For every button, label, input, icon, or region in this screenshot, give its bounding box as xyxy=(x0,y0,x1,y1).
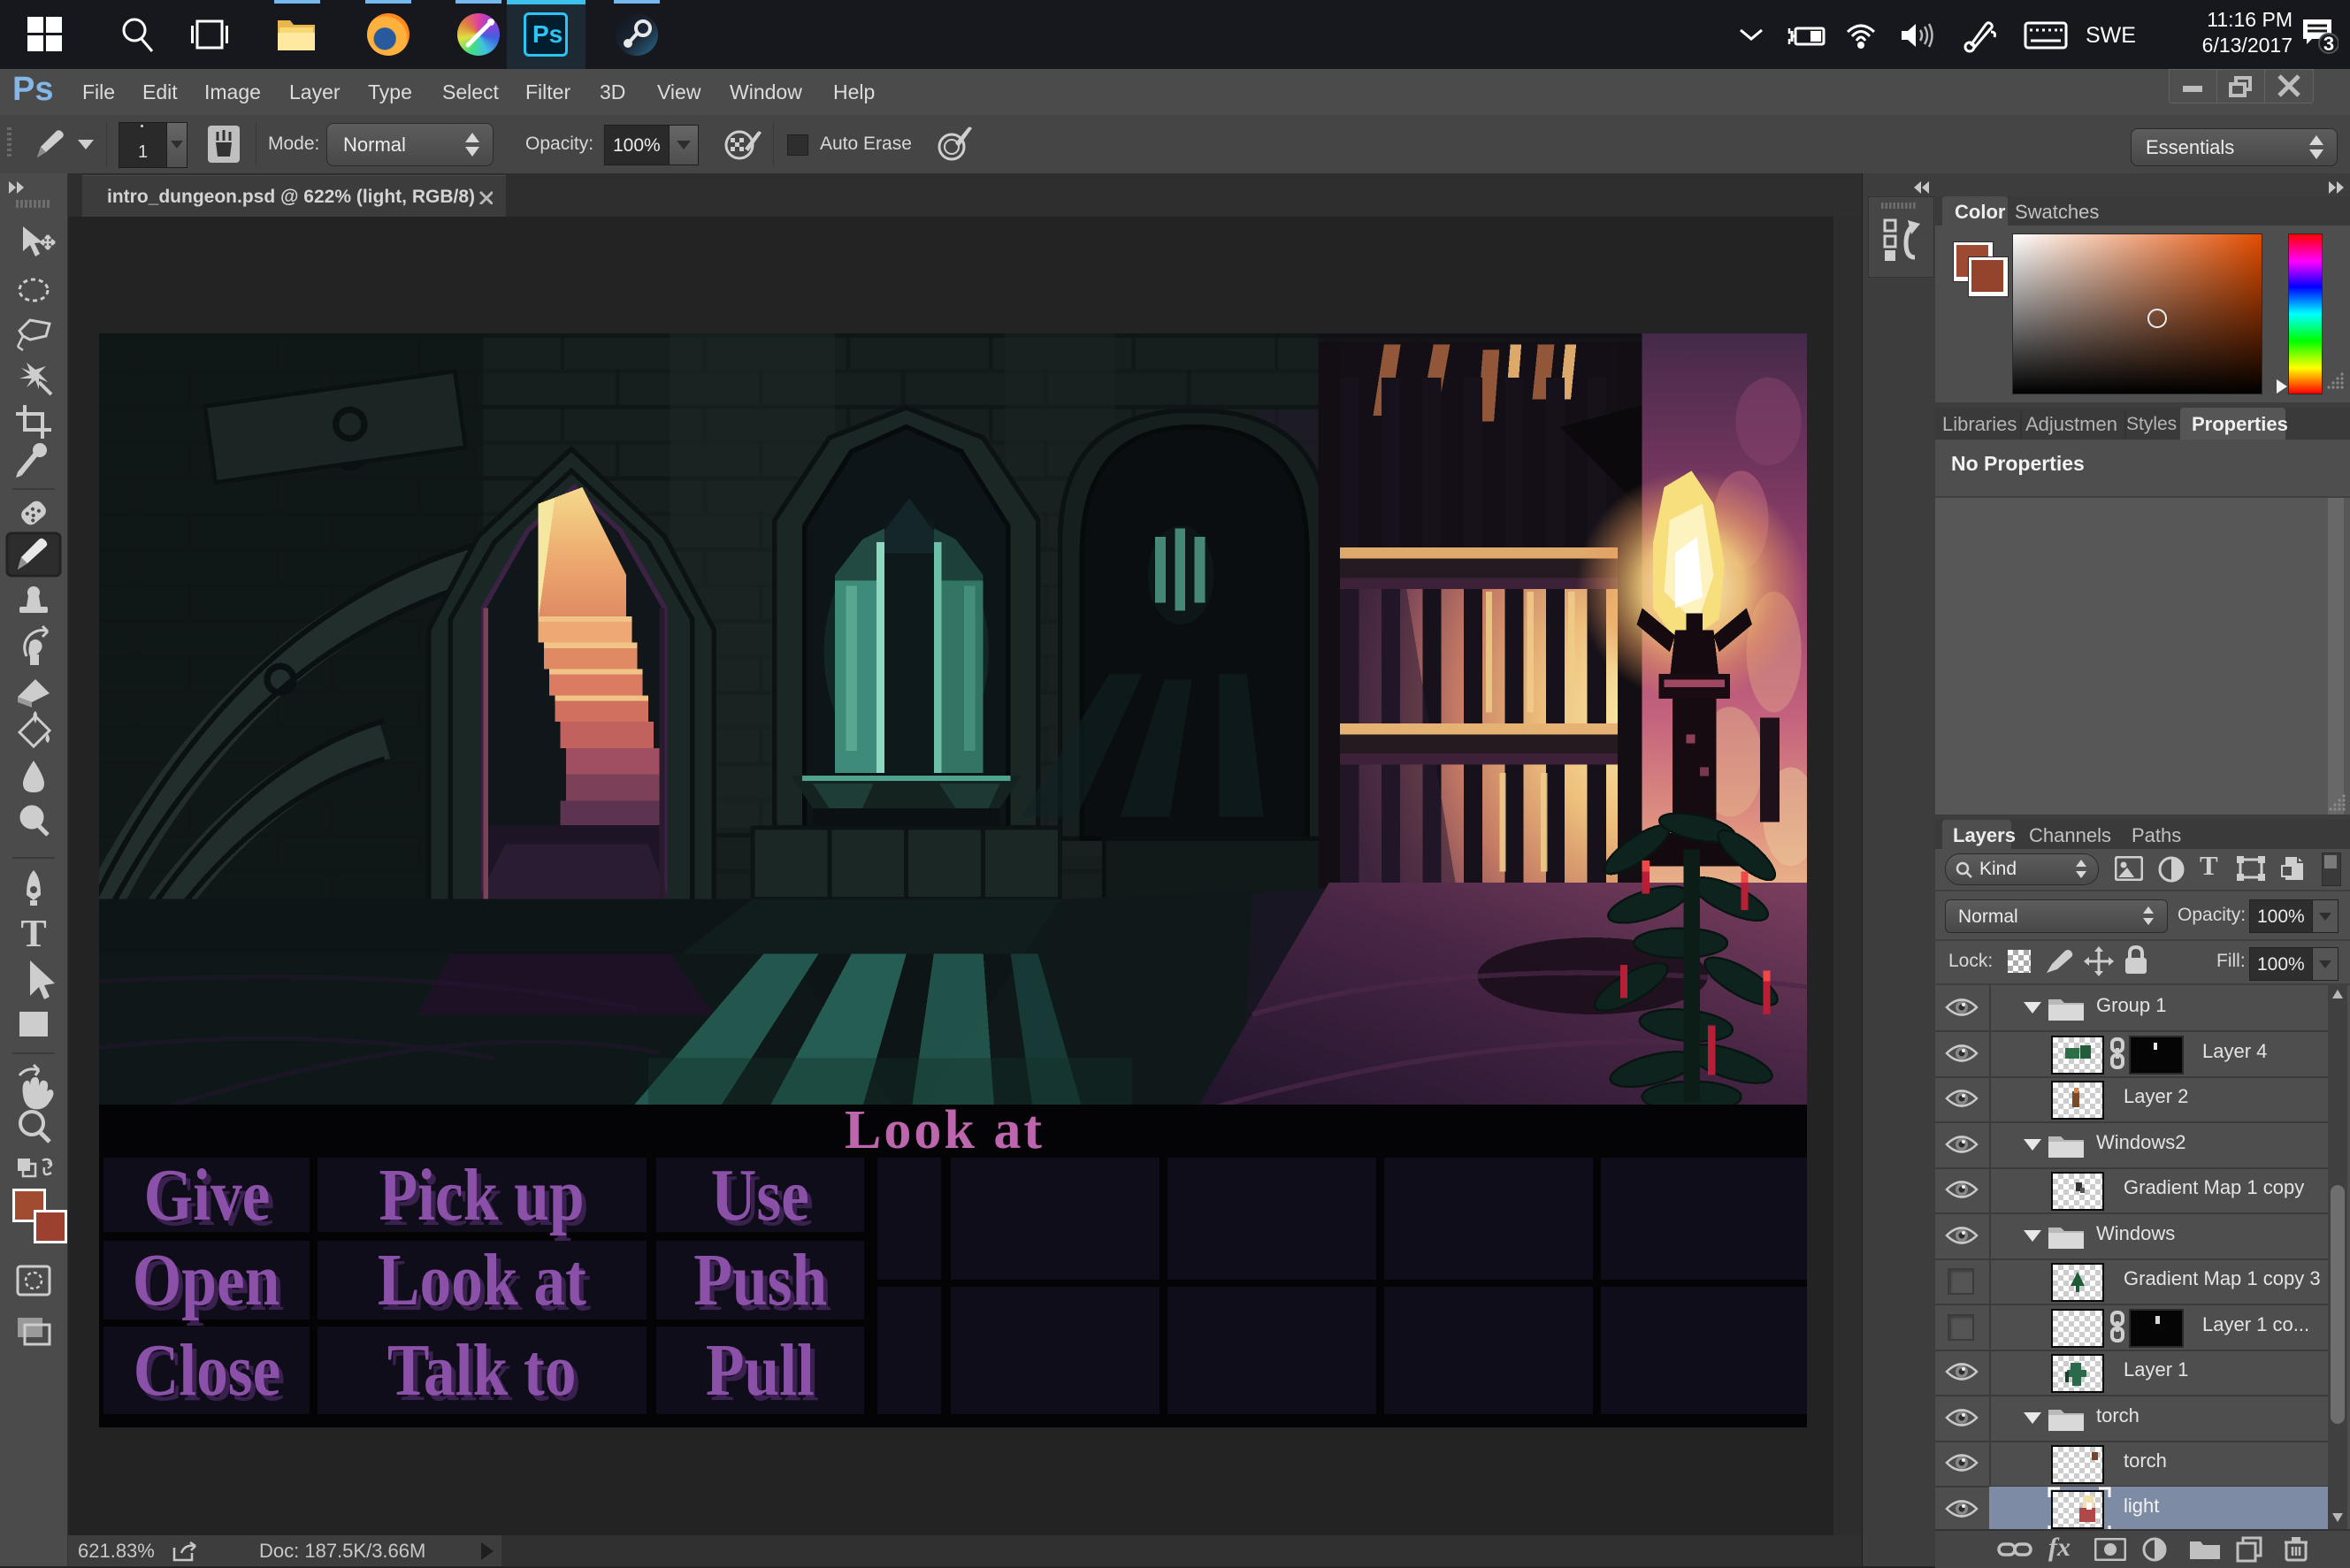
svg-text:T: T xyxy=(20,912,46,955)
svg-text:3: 3 xyxy=(2323,33,2334,55)
